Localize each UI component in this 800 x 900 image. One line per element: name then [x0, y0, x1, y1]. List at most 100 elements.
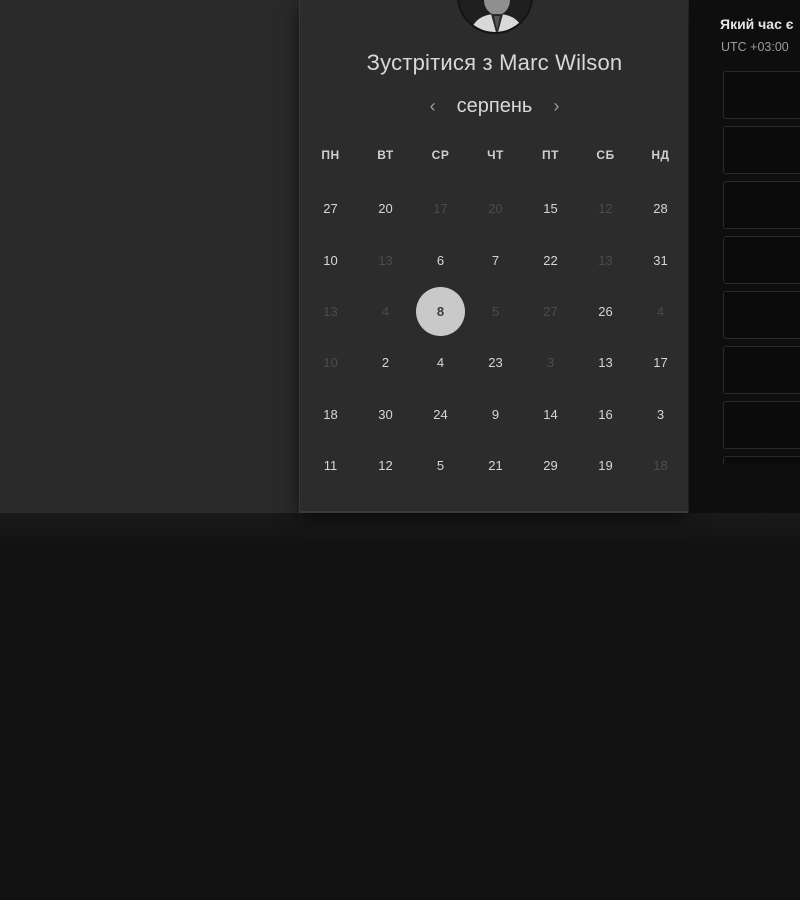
calendar-day-selected[interactable]: 8 [413, 286, 468, 337]
calendar-day[interactable]: 19 [578, 440, 633, 491]
calendar-day: 13 [358, 234, 413, 285]
calendar-day[interactable]: 4 [413, 337, 468, 388]
chevron-left-icon[interactable]: ‹ [423, 96, 443, 117]
calendar-day-number: 3 [546, 355, 555, 371]
calendar-day[interactable]: 7 [468, 234, 523, 285]
calendar-day-number: 17 [653, 355, 668, 371]
calendar-day[interactable]: 17 [633, 337, 688, 388]
weekday-tue: ВТ [377, 148, 394, 162]
time-slot-panel: Який час є UTC +03:00 [689, 0, 800, 513]
calendar-day: 3 [523, 337, 578, 388]
calendar-day-number: 2 [381, 355, 390, 371]
calendar-day[interactable]: 27 [303, 183, 358, 234]
calendar-day-number: 12 [378, 458, 393, 474]
calendar-day: 12 [578, 183, 633, 234]
chevron-right-icon[interactable]: › [546, 96, 566, 117]
calendar-day-number: 28 [653, 201, 668, 217]
calendar-day-number: 11 [323, 458, 338, 474]
host-avatar [457, 0, 533, 34]
weekday-sat: СБ [596, 148, 615, 162]
calendar-day-number: 13 [598, 252, 613, 268]
calendar-day[interactable]: 23 [468, 337, 523, 388]
calendar-day-number: 26 [598, 303, 613, 319]
calendar-day[interactable]: 10 [303, 234, 358, 285]
avatar-photo-icon [459, 0, 531, 32]
time-slot-button[interactable] [723, 456, 800, 464]
backdrop-shadow [0, 513, 800, 553]
time-slot-button[interactable] [723, 71, 800, 119]
meeting-title: Зустрітися з Marc Wilson [366, 50, 623, 75]
time-slot-button[interactable] [723, 126, 800, 174]
calendar-day-number: 12 [598, 201, 613, 217]
calendar-day[interactable]: 20 [358, 183, 413, 234]
calendar-day-number: 22 [543, 252, 558, 268]
weekday-header: ПН ВТ СР ЧТ ПТ СБ НД [303, 148, 689, 168]
calendar-day-number: 23 [488, 355, 503, 371]
calendar-day-number: 19 [598, 458, 613, 474]
calendar-day[interactable]: 6 [413, 234, 468, 285]
calendar-day[interactable]: 3 [633, 389, 688, 440]
calendar-day-number: 10 [323, 355, 338, 371]
time-slot-button[interactable] [723, 181, 800, 229]
time-slot-button[interactable] [723, 291, 800, 339]
calendar-day[interactable]: 15 [523, 183, 578, 234]
time-slot-button[interactable] [723, 346, 800, 394]
time-slot-button[interactable] [723, 401, 800, 449]
calendar-day[interactable]: 9 [468, 389, 523, 440]
calendar-day: 13 [578, 234, 633, 285]
calendar-day-number: 10 [323, 252, 338, 268]
calendar-day-number: 8 [416, 286, 465, 336]
calendar-day[interactable]: 24 [413, 389, 468, 440]
calendar-day[interactable]: 22 [523, 234, 578, 285]
calendar-day-number: 30 [378, 406, 393, 422]
calendar-day-number: 3 [656, 406, 665, 422]
calendar-day-number: 13 [598, 355, 613, 371]
calendar-day[interactable]: 5 [413, 440, 468, 491]
weekday-fri: ПТ [542, 148, 559, 162]
calendar-day-number: 6 [436, 252, 445, 268]
booking-screen: Зустрітися з Marc Wilson ‹ серпень › ПН … [0, 0, 800, 900]
calendar-day[interactable]: 14 [523, 389, 578, 440]
calendar-day[interactable]: 21 [468, 440, 523, 491]
weekday-thu: ЧТ [487, 148, 504, 162]
calendar-day-number: 27 [543, 303, 558, 319]
month-navigation: ‹ серпень › [300, 92, 689, 120]
calendar-day: 17 [413, 183, 468, 234]
calendar-panel: Зустрітися з Marc Wilson ‹ серпень › ПН … [299, 0, 688, 513]
calendar-day: 18 [633, 440, 688, 491]
weekday-mon: ПН [321, 148, 340, 162]
calendar-day-number: 7 [491, 252, 500, 268]
calendar-day[interactable]: 31 [633, 234, 688, 285]
calendar-day[interactable]: 13 [578, 337, 633, 388]
calendar-day[interactable]: 28 [633, 183, 688, 234]
calendar-day-number: 9 [491, 406, 500, 422]
calendar-day-number: 16 [598, 406, 613, 422]
calendar-day: 5 [468, 286, 523, 337]
calendar-day-number: 17 [433, 201, 448, 217]
time-question-heading: Який час є [720, 16, 794, 32]
calendar-day-number: 14 [543, 406, 558, 422]
calendar-day[interactable]: 11 [303, 440, 358, 491]
calendar-day-number: 24 [433, 406, 448, 422]
calendar-day-number: 5 [436, 458, 445, 474]
time-slot-button[interactable] [723, 236, 800, 284]
calendar-day-number: 29 [543, 458, 558, 474]
calendar-day-number: 21 [488, 458, 503, 474]
weekday-sun: НД [651, 148, 670, 162]
calendar-day[interactable]: 18 [303, 389, 358, 440]
calendar-day[interactable]: 29 [523, 440, 578, 491]
calendar-day[interactable]: 26 [578, 286, 633, 337]
calendar-day-number: 5 [491, 303, 500, 319]
calendar-day-number: 20 [378, 201, 393, 217]
calendar-day: 13 [303, 286, 358, 337]
calendar-day[interactable]: 12 [358, 440, 413, 491]
calendar-day: 10 [303, 337, 358, 388]
timezone-label[interactable]: UTC +03:00 [721, 40, 789, 54]
month-label: серпень [456, 94, 533, 117]
calendar-day: 27 [523, 286, 578, 337]
calendar-day-number: 18 [653, 458, 668, 474]
calendar-day-number: 13 [323, 303, 338, 319]
calendar-day[interactable]: 2 [358, 337, 413, 388]
calendar-day[interactable]: 16 [578, 389, 633, 440]
calendar-day[interactable]: 30 [358, 389, 413, 440]
